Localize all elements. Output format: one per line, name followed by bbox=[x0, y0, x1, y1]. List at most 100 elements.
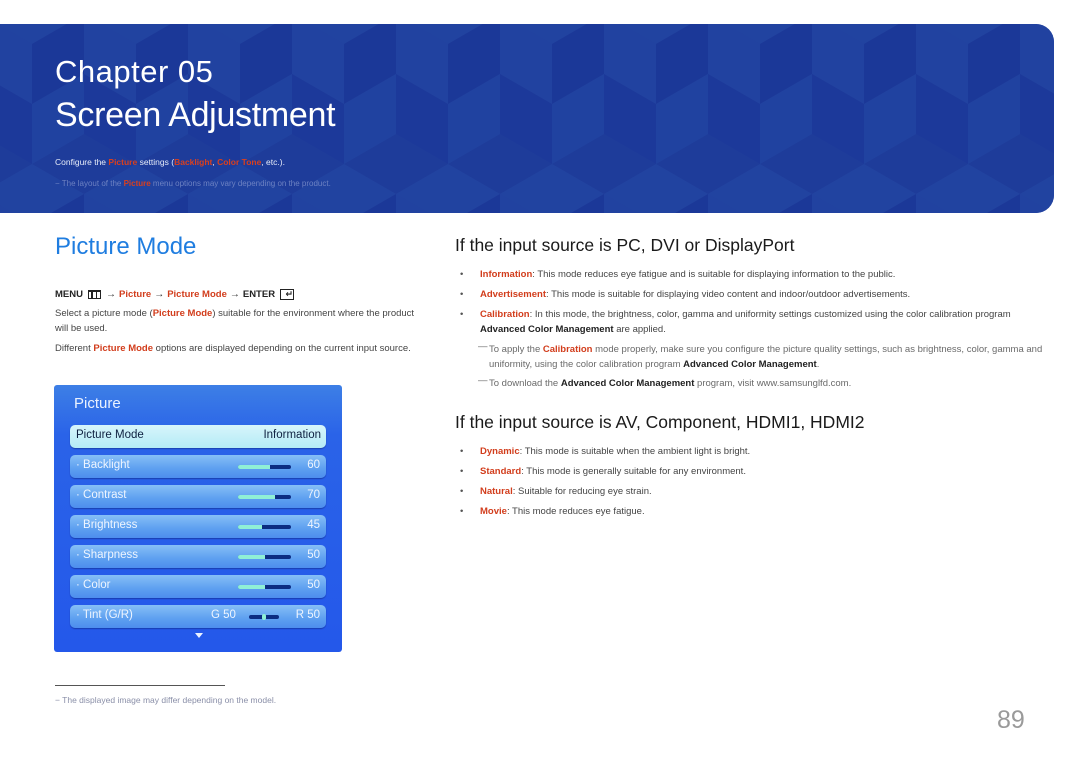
mode-description: : This mode is suitable for displaying v… bbox=[546, 289, 911, 300]
tint-slider-handle[interactable] bbox=[262, 614, 266, 620]
note-picture-highlight: Picture bbox=[123, 179, 151, 188]
desc-text: Configure the bbox=[55, 157, 109, 167]
calibration-note: — To apply the Calibration mode properly… bbox=[478, 341, 1044, 372]
mode-description: : In this mode, the brightness, color, g… bbox=[529, 309, 1011, 320]
tint-slider[interactable] bbox=[249, 614, 279, 620]
desc-text: settings ( bbox=[137, 157, 175, 167]
osd-row-backlight[interactable]: · Backlight 60 bbox=[70, 455, 326, 478]
list-item: Information: This mode reduces eye fatig… bbox=[460, 268, 1030, 283]
tint-green-value: G 50 bbox=[211, 609, 236, 621]
osd-row-label: · Brightness bbox=[76, 519, 138, 531]
enter-label: ENTER bbox=[242, 289, 276, 300]
menu-label: MENU bbox=[55, 289, 83, 300]
mode-description: : Suitable for reducing eye strain. bbox=[512, 486, 652, 497]
osd-slider-fill bbox=[238, 465, 270, 469]
page-number: 89 bbox=[997, 706, 1025, 734]
av-section-heading: If the input source is AV, Component, HD… bbox=[455, 412, 865, 432]
para-text: options are displayed depending on the c… bbox=[153, 343, 411, 354]
chapter-title: Screen Adjustment bbox=[55, 96, 336, 134]
mode-term: Information bbox=[480, 269, 533, 280]
osd-row-color[interactable]: · Color 50 bbox=[70, 575, 326, 598]
desc-color-tone-highlight: Color Tone bbox=[217, 157, 262, 167]
osd-slider[interactable] bbox=[238, 495, 291, 499]
footnote-divider bbox=[55, 685, 225, 686]
menu-step-picture: Picture bbox=[118, 289, 152, 300]
mode-description: : This mode is suitable when the ambient… bbox=[519, 446, 751, 457]
osd-row-label: · Contrast bbox=[76, 489, 127, 501]
chapter-label: Chapter 05 bbox=[55, 54, 214, 89]
mode-description: : This mode reduces eye fatigue. bbox=[506, 506, 645, 517]
av-mode-list: Dynamic: This mode is suitable when the … bbox=[460, 445, 1030, 525]
mode-term: Movie bbox=[480, 506, 507, 517]
para-highlight: Picture Mode bbox=[152, 308, 213, 319]
picture-mode-description: Select a picture mode (Picture Mode) sui… bbox=[55, 307, 415, 336]
osd-row-value: 60 bbox=[307, 459, 320, 471]
picture-osd-panel: Picture Picture Mode Information · Backl… bbox=[54, 385, 342, 652]
note-dash: — bbox=[478, 375, 488, 386]
mode-description: : This mode reduces eye fatigue and is s… bbox=[532, 269, 896, 280]
mode-description: are applied. bbox=[613, 323, 666, 335]
note-text: . bbox=[816, 358, 820, 370]
osd-row-value: Information bbox=[263, 429, 321, 441]
list-item: Movie: This mode reduces eye fatigue. bbox=[460, 505, 1030, 520]
desc-picture-highlight: Picture bbox=[108, 157, 138, 167]
osd-slider[interactable] bbox=[238, 465, 291, 469]
osd-row-picture-mode[interactable]: Picture Mode Information bbox=[70, 425, 326, 448]
note-text: To apply the bbox=[489, 344, 543, 355]
osd-row-value: 50 bbox=[307, 549, 320, 561]
footnote-text: The displayed image may differ depending… bbox=[59, 695, 277, 705]
mode-term: Calibration bbox=[480, 309, 530, 320]
down-arrow-icon[interactable] bbox=[195, 633, 203, 638]
list-item: Natural: Suitable for reducing eye strai… bbox=[460, 485, 1030, 500]
osd-row-tint[interactable]: · Tint (G/R) G 50 R 50 bbox=[70, 605, 326, 628]
osd-slider-fill bbox=[238, 495, 276, 499]
tint-red-value: R 50 bbox=[295, 609, 320, 621]
osd-slider-fill bbox=[238, 525, 262, 529]
osd-row-label: · Sharpness bbox=[76, 549, 139, 561]
osd-row-label: · Color bbox=[76, 579, 111, 591]
osd-slider[interactable] bbox=[238, 585, 291, 589]
osd-slider-fill bbox=[238, 555, 265, 559]
program-name: Advanced Color Management bbox=[480, 323, 614, 335]
chapter-banner: Chapter 05 Screen Adjustment Configure t… bbox=[0, 24, 1054, 213]
mode-term: Dynamic bbox=[480, 446, 520, 457]
menu-step-picture-mode: Picture Mode bbox=[167, 289, 227, 300]
note-highlight: Calibration bbox=[542, 344, 593, 355]
list-item: Dynamic: This mode is suitable when the … bbox=[460, 445, 1030, 460]
osd-row-label: · Backlight bbox=[76, 459, 130, 471]
osd-row-value: 50 bbox=[307, 579, 320, 591]
note-text: program, visit www.samsunglfd.com. bbox=[694, 378, 852, 389]
osd-row-brightness[interactable]: · Brightness 45 bbox=[70, 515, 326, 538]
mode-term: Natural bbox=[480, 486, 513, 497]
osd-slider[interactable] bbox=[238, 525, 291, 529]
osd-slider-fill bbox=[238, 585, 265, 589]
menu-path: MENU → Picture → Picture Mode → ENTER ↵ bbox=[55, 289, 295, 300]
list-item: Advertisement: This mode is suitable for… bbox=[460, 288, 1030, 303]
program-name: Advanced Color Management bbox=[683, 358, 817, 370]
mode-description: : This mode is generally suitable for an… bbox=[521, 466, 746, 477]
chapter-description: Configure the Picture settings (Backligh… bbox=[55, 157, 285, 167]
chapter-note: − The layout of the Picture menu options… bbox=[55, 179, 331, 188]
note-text: menu options may vary depending on the p… bbox=[150, 179, 331, 188]
menu-icon bbox=[87, 290, 101, 299]
para-highlight: Picture Mode bbox=[93, 343, 154, 354]
list-item: Standard: This mode is generally suitabl… bbox=[460, 465, 1030, 480]
program-name: Advanced Color Management bbox=[560, 378, 695, 389]
mode-term: Standard bbox=[480, 466, 522, 477]
footnote: − The displayed image may differ dependi… bbox=[55, 695, 276, 705]
mode-term: Advertisement bbox=[480, 289, 546, 300]
download-note: — To download the Advanced Color Managem… bbox=[478, 375, 1044, 392]
picture-mode-options-note: Different Picture Mode options are displ… bbox=[55, 342, 415, 357]
note-text: To download the bbox=[489, 378, 561, 389]
section-title-picture-mode: Picture Mode bbox=[55, 233, 197, 260]
osd-row-sharpness[interactable]: · Sharpness 50 bbox=[70, 545, 326, 568]
list-item: Calibration: In this mode, the brightnes… bbox=[460, 308, 1030, 337]
arrow-icon: → bbox=[154, 289, 165, 300]
desc-text: , etc.). bbox=[261, 157, 285, 167]
note-text: The layout of the bbox=[59, 179, 124, 188]
osd-row-label: Picture Mode bbox=[76, 429, 144, 441]
osd-row-contrast[interactable]: · Contrast 70 bbox=[70, 485, 326, 508]
osd-slider[interactable] bbox=[238, 555, 291, 559]
osd-row-value: 70 bbox=[307, 489, 320, 501]
note-dash: — bbox=[478, 341, 488, 352]
